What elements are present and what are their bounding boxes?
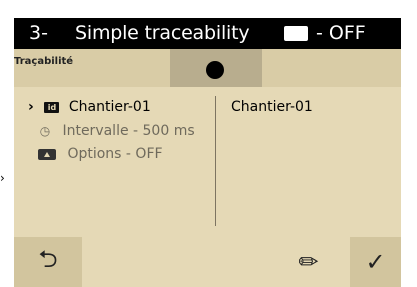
options-label: Options - OFF bbox=[67, 146, 163, 162]
chevron-right-icon: › bbox=[28, 99, 34, 115]
device-screen: 3- Simple traceability - OFF Traçabilité… bbox=[14, 18, 401, 287]
bottom-bar: ⮌ ✏ ✓ bbox=[14, 237, 401, 287]
pointer-arrow-icon: › bbox=[0, 171, 5, 185]
checkmark-icon: ✓ bbox=[365, 248, 386, 276]
page-title: Simple traceability bbox=[75, 22, 250, 44]
confirm-button[interactable]: ✓ bbox=[350, 237, 401, 287]
timer-icon: ◷ bbox=[39, 124, 51, 138]
step-number: 3- bbox=[29, 22, 48, 44]
section-label: Traçabilité bbox=[14, 56, 74, 67]
interval-item[interactable]: ◷ Intervalle - 500 ms bbox=[38, 123, 195, 139]
left-pane: › id Chantier-01 ◷ Intervalle - 500 ms O… bbox=[14, 87, 215, 237]
item-label: Chantier-01 bbox=[68, 99, 151, 115]
record-tab[interactable] bbox=[170, 49, 262, 87]
detail-value: Chantier-01 bbox=[231, 99, 313, 115]
right-pane: Chantier-01 bbox=[216, 87, 401, 237]
mode-status: - OFF bbox=[316, 22, 366, 44]
subheader: Traçabilité bbox=[14, 49, 401, 87]
options-icon bbox=[38, 148, 56, 160]
back-button[interactable]: ⮌ bbox=[14, 237, 82, 287]
options-item[interactable]: Options - OFF bbox=[38, 146, 163, 162]
selected-item[interactable]: › id Chantier-01 bbox=[28, 99, 151, 115]
record-dot-icon bbox=[206, 61, 224, 79]
options-icon bbox=[284, 26, 308, 41]
header-bar: 3- Simple traceability - OFF bbox=[14, 18, 401, 49]
pencil-icon: ✏ bbox=[298, 248, 319, 276]
interval-label: Intervalle - 500 ms bbox=[62, 123, 195, 139]
id-icon: id bbox=[44, 101, 60, 113]
back-arrow-icon: ⮌ bbox=[38, 244, 58, 273]
